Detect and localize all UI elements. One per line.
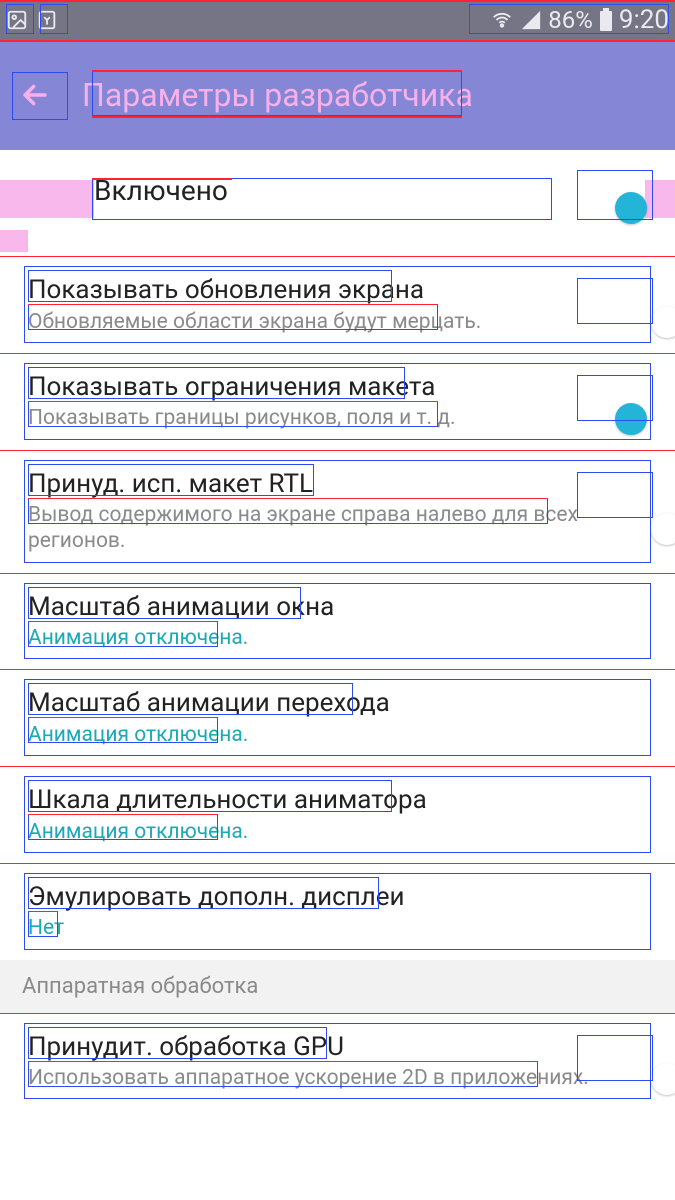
battery-percent: 86%	[548, 6, 593, 34]
setting-title: Эмулировать дополн. дисплеи	[28, 881, 629, 914]
setting-subtitle: Анимация отключена.	[28, 625, 629, 651]
setting-row-3[interactable]: Масштаб анимации окнаАнимация отключена.	[0, 573, 675, 670]
settings-list: Показывать обновления экранаОбновляемые …	[0, 256, 675, 960]
signal-icon	[520, 9, 542, 31]
setting-row-4[interactable]: Масштаб анимации переходаАнимация отключ…	[0, 669, 675, 766]
setting-row-6[interactable]: Эмулировать дополн. дисплеиНет	[0, 863, 675, 960]
setting-subtitle: Показывать границы рисунков, поля и т. д…	[28, 405, 629, 431]
master-toggle-row[interactable]: Включено	[0, 150, 675, 230]
setting-title: Принудит. обработка GPU	[28, 1031, 629, 1064]
settings-list-2: Принудит. обработка GPUИспользовать аппа…	[0, 1013, 675, 1110]
setting-title: Показывать обновления экрана	[28, 274, 629, 307]
setting-row-1[interactable]: Показывать ограничения макетаПоказывать …	[0, 353, 675, 450]
setting-row-0[interactable]: Показывать обновления экранаОбновляемые …	[0, 256, 675, 353]
setting-title: Масштаб анимации окна	[28, 591, 629, 624]
recycle-icon	[36, 9, 58, 31]
setting-subtitle: Обновляемые области экрана будут мерцать…	[28, 309, 629, 335]
setting-subtitle: Анимация отключена.	[28, 722, 629, 748]
setting-title: Показывать ограничения макета	[28, 371, 629, 404]
action-bar: Параметры разработчика	[0, 40, 675, 150]
setting-subtitle: Использовать аппаратное ускорение 2D в п…	[28, 1065, 629, 1091]
status-bar: 86% 9:20	[0, 0, 675, 40]
setting-subtitle: Анимация отключена.	[28, 819, 629, 845]
setting-title: Масштаб анимации перехода	[28, 687, 629, 720]
setting-title: Принуд. исп. макет RTL	[28, 468, 629, 501]
setting-title: Шкала длительности аниматора	[28, 784, 629, 817]
page-title: Параметры разработчика	[82, 76, 473, 114]
setting2-row-0[interactable]: Принудит. обработка GPUИспользовать аппа…	[0, 1013, 675, 1110]
back-arrow-icon[interactable]	[18, 78, 52, 112]
setting-row-2[interactable]: Принуд. исп. макет RTLВывод содержимого …	[0, 450, 675, 573]
setting-subtitle: Вывод содержимого на экране справа налев…	[28, 502, 629, 555]
clock: 9:20	[619, 5, 669, 35]
wifi-icon	[490, 9, 514, 31]
master-toggle-label: Включено	[94, 174, 228, 207]
battery-icon	[599, 8, 613, 32]
setting-row-5[interactable]: Шкала длительности аниматораАнимация отк…	[0, 766, 675, 863]
section-header-hw: Аппаратная обработка	[0, 960, 675, 1013]
setting-subtitle: Нет	[28, 915, 629, 941]
image-icon	[6, 9, 28, 31]
